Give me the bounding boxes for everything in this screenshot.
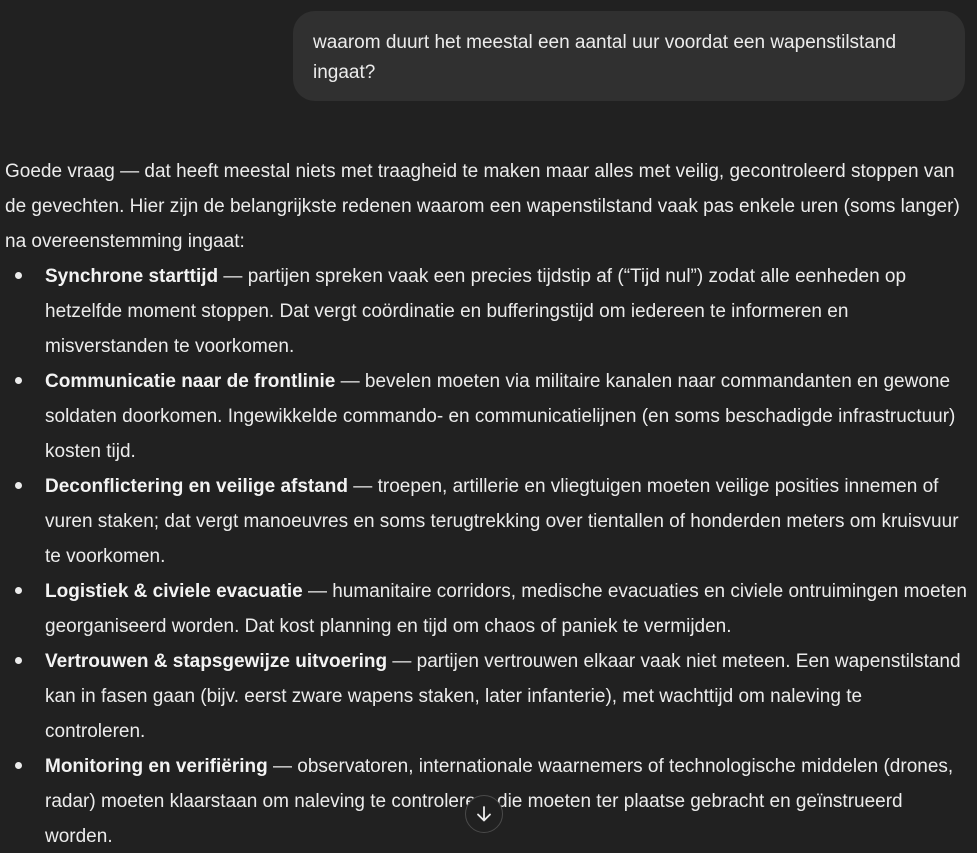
list-item: Deconflictering en veilige afstand — tro…	[5, 469, 967, 574]
bullet-dot-icon	[15, 272, 22, 279]
list-item-title: Deconflictering en veilige afstand	[45, 476, 349, 497]
bullet-dot-icon	[15, 762, 22, 769]
reason-list: Synchrone starttijd — partijen spreken v…	[5, 259, 967, 853]
list-item-title: Synchrone starttijd	[45, 266, 219, 287]
scroll-to-bottom-button[interactable]	[465, 795, 503, 833]
list-item-title: Monitoring en verifiëring	[45, 756, 268, 777]
list-item: Synchrone starttijd — partijen spreken v…	[5, 259, 967, 364]
arrow-down-icon	[474, 804, 494, 824]
bullet-dot-icon	[15, 587, 22, 594]
assistant-message: Goede vraag — dat heeft meestal niets me…	[5, 154, 967, 853]
user-message-text: waarom duurt het meestal een aantal uur …	[313, 32, 897, 83]
bullet-dot-icon	[15, 377, 22, 384]
list-item-title: Logistiek & civiele evacuatie	[45, 581, 303, 602]
bullet-dot-icon	[15, 657, 22, 664]
list-item: Vertrouwen & stapsgewijze uitvoering — p…	[5, 644, 967, 749]
bullet-dot-icon	[15, 482, 22, 489]
list-item: Communicatie naar de frontlinie — bevele…	[5, 364, 967, 469]
user-message-bubble: waarom duurt het meestal een aantal uur …	[293, 11, 965, 101]
assistant-intro: Goede vraag — dat heeft meestal niets me…	[5, 161, 960, 252]
list-item: Logistiek & civiele evacuatie — humanita…	[5, 574, 967, 644]
list-item-title: Communicatie naar de frontlinie	[45, 371, 336, 392]
list-item-title: Vertrouwen & stapsgewijze uitvoering	[45, 651, 388, 672]
